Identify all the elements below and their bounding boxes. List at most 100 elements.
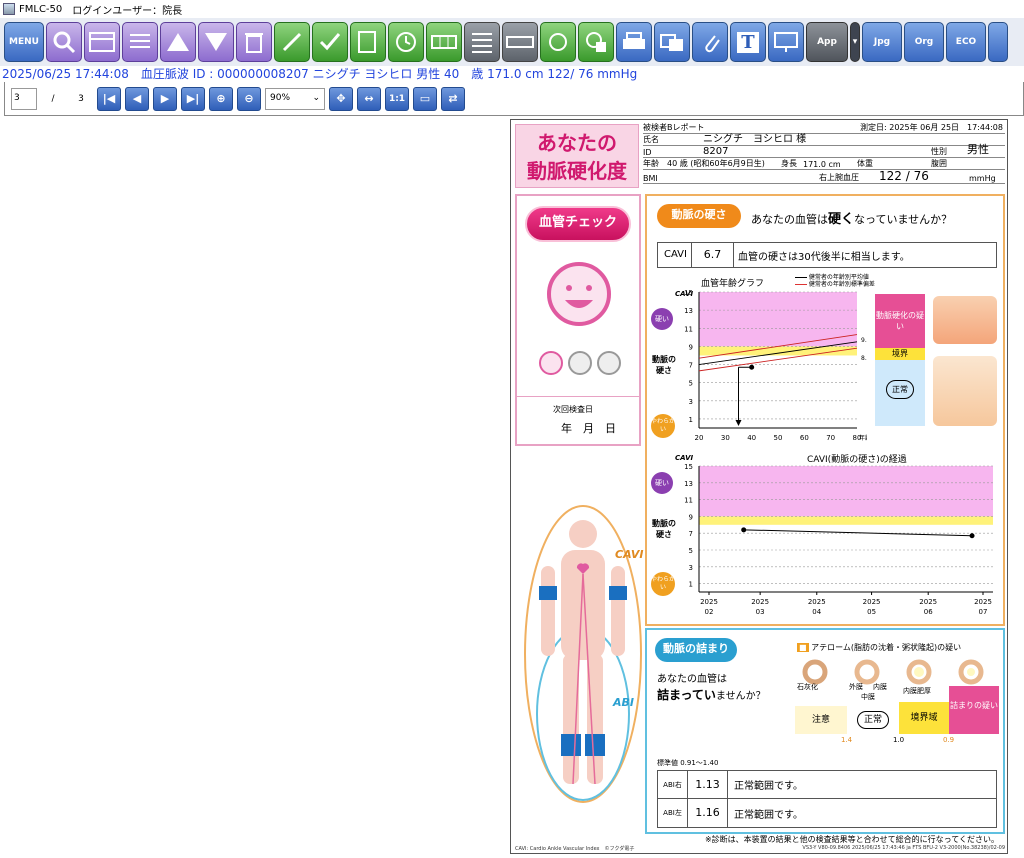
y-tick-label: 15 bbox=[684, 463, 693, 471]
fit-width-button[interactable]: ↔ bbox=[357, 86, 381, 111]
cavi-result-row: CAVI 6.7 血管の硬さは30代後半に相当します。 bbox=[657, 242, 997, 268]
x-tick-month: 05 bbox=[867, 608, 876, 616]
list-button[interactable] bbox=[122, 22, 158, 62]
org-export-button[interactable]: Org bbox=[904, 22, 944, 62]
trend-stiffness-label: 動脈の硬さ bbox=[652, 519, 676, 539]
age-chart-ylabel: CAVI bbox=[675, 290, 694, 298]
athero-badge: ■ bbox=[797, 643, 809, 652]
card-button[interactable] bbox=[84, 22, 120, 62]
cavi-name: CAVI bbox=[658, 243, 692, 267]
page-input[interactable]: 3 bbox=[11, 87, 37, 110]
x-unit-label: 年齢 bbox=[859, 434, 867, 442]
grid-button[interactable] bbox=[426, 22, 462, 62]
print-button[interactable] bbox=[616, 22, 652, 62]
stiffness-label: 動脈の硬さ bbox=[652, 355, 676, 375]
check-button[interactable] bbox=[312, 22, 348, 62]
app-button[interactable]: App bbox=[806, 22, 848, 62]
sex-label: 性別 bbox=[931, 147, 947, 156]
jpg-export-button[interactable]: Jpg bbox=[862, 22, 902, 62]
fit-page-button[interactable]: ▭ bbox=[413, 86, 437, 111]
fine-print: CAVI: Cardio Ankle Vascular Index ©フクダ電子 bbox=[515, 846, 635, 852]
prev-page-button[interactable]: ◀ bbox=[125, 86, 149, 111]
cavi-side-label: CAVI bbox=[615, 548, 644, 561]
patient-id: 8207 bbox=[703, 146, 729, 157]
abi-row-left: ABI左 1.16 正常範囲です。 bbox=[658, 799, 996, 827]
app-icon bbox=[3, 3, 15, 15]
doc-clock-icon bbox=[549, 33, 567, 51]
first-page-button[interactable]: |◀ bbox=[97, 86, 121, 111]
footnote: ※診断は、本装置の結果と他の検査結果等と合わせて総合的に行なってください。 bbox=[704, 835, 999, 844]
abi-suspect-band: 詰まりの疑い bbox=[949, 686, 999, 734]
cavi-pill: 動脈の硬さ bbox=[657, 204, 741, 228]
cavi-question-b: 硬く bbox=[828, 212, 855, 227]
y-tick-label: 11 bbox=[684, 497, 693, 505]
app-dropdown[interactable]: ▾ bbox=[850, 22, 860, 62]
monitor-button[interactable] bbox=[768, 22, 804, 62]
y-tick-label: 13 bbox=[684, 480, 693, 488]
chevron-down-icon: ▾ bbox=[852, 37, 858, 47]
x-tick-label: 20 bbox=[695, 434, 704, 442]
inner-label: 内膜 bbox=[873, 683, 887, 691]
up-button[interactable] bbox=[160, 22, 196, 62]
age-label: 年齢 bbox=[643, 159, 659, 168]
zoom-select[interactable]: 90% ⌄ bbox=[265, 87, 325, 110]
print-multi-button[interactable] bbox=[654, 22, 690, 62]
suspect-band: 動脈硬化の疑い bbox=[875, 294, 925, 348]
trend-hard-badge: 硬い bbox=[651, 472, 673, 494]
menu-button[interactable]: MENU bbox=[4, 22, 44, 62]
more-button[interactable] bbox=[988, 22, 1008, 62]
abi-question-c: ませんか？ bbox=[715, 691, 766, 702]
login-user: ログインユーザー：院長 bbox=[72, 5, 183, 17]
fine-print-2: VS3-Y V80-09.8406 2025/06/25 17:43:46 ja… bbox=[802, 845, 1005, 851]
fit-window-button[interactable]: ⇄ bbox=[441, 86, 465, 111]
card-icon bbox=[89, 32, 115, 52]
thick-label: 内膜肥厚 bbox=[903, 687, 931, 695]
text-button[interactable]: T bbox=[730, 22, 766, 62]
abi-threshold-1: 1.4 bbox=[841, 736, 853, 744]
edit-button[interactable] bbox=[274, 22, 310, 62]
report-name: 被検者Bレポート bbox=[643, 123, 705, 132]
zoom-out-button[interactable]: ⊖ bbox=[237, 86, 261, 111]
last-page-button[interactable]: ▶| bbox=[181, 86, 205, 111]
y-tick-label: 5 bbox=[689, 547, 693, 555]
window-titlebar: FMLC-50 ログインユーザー：院長 bbox=[0, 0, 1024, 18]
abi-pill: 動脈の詰まり bbox=[655, 638, 737, 662]
doc-clock-button[interactable] bbox=[540, 22, 576, 62]
abi-row-right: ABI右 1.13 正常範囲です。 bbox=[658, 770, 996, 799]
next-page-button[interactable]: ▶ bbox=[153, 86, 177, 111]
y-tick-label: 1 bbox=[689, 416, 693, 424]
rows-icon bbox=[472, 33, 492, 53]
y-tick-label: 3 bbox=[689, 564, 693, 572]
eco-export-button[interactable]: ECO bbox=[946, 22, 986, 62]
page-total: 3 bbox=[78, 93, 84, 104]
patient-sex: 男性 bbox=[967, 143, 989, 156]
x-tick-month: 02 bbox=[705, 608, 714, 616]
report-title: あなたの 動脈硬化度 bbox=[515, 124, 639, 188]
cavi-value: 6.7 bbox=[692, 243, 734, 267]
band-label-9: 9.0 bbox=[861, 337, 867, 344]
actual-size-button[interactable]: 1:1 bbox=[385, 86, 409, 111]
org-label: Org bbox=[914, 37, 934, 47]
ruler-button[interactable] bbox=[502, 22, 538, 62]
zoom-in-button[interactable]: ⊕ bbox=[209, 86, 233, 111]
text-icon: T bbox=[737, 31, 759, 53]
down-button[interactable] bbox=[198, 22, 234, 62]
printer-icon bbox=[623, 32, 645, 49]
hard-badge: 硬い bbox=[651, 308, 673, 330]
vessel-check-panel: 血管チェック 次回検査日 年 月 日 bbox=[515, 194, 641, 446]
attach-button[interactable] bbox=[692, 22, 728, 62]
divider bbox=[517, 396, 639, 397]
viewer-navbar: 3 / 3 |◀ ◀ ▶ ▶| ⊕ ⊖ 90% ⌄ ✥ ↔ 1:1 ▭ ⇄ bbox=[4, 82, 1024, 116]
abi-threshold-2: 1.0 bbox=[893, 736, 905, 744]
search-button[interactable] bbox=[46, 22, 82, 62]
delete-button[interactable] bbox=[236, 22, 272, 62]
rows-button[interactable] bbox=[464, 22, 500, 62]
note-button[interactable] bbox=[350, 22, 386, 62]
ruler-icon bbox=[506, 36, 534, 48]
doc-add-button[interactable] bbox=[578, 22, 614, 62]
fit-all-button[interactable]: ✥ bbox=[329, 86, 353, 111]
x-tick-label: 30 bbox=[721, 434, 730, 442]
timer-button[interactable] bbox=[388, 22, 424, 62]
paperclip-icon bbox=[705, 35, 720, 53]
next-exam-label: 次回検査日 bbox=[553, 405, 593, 414]
